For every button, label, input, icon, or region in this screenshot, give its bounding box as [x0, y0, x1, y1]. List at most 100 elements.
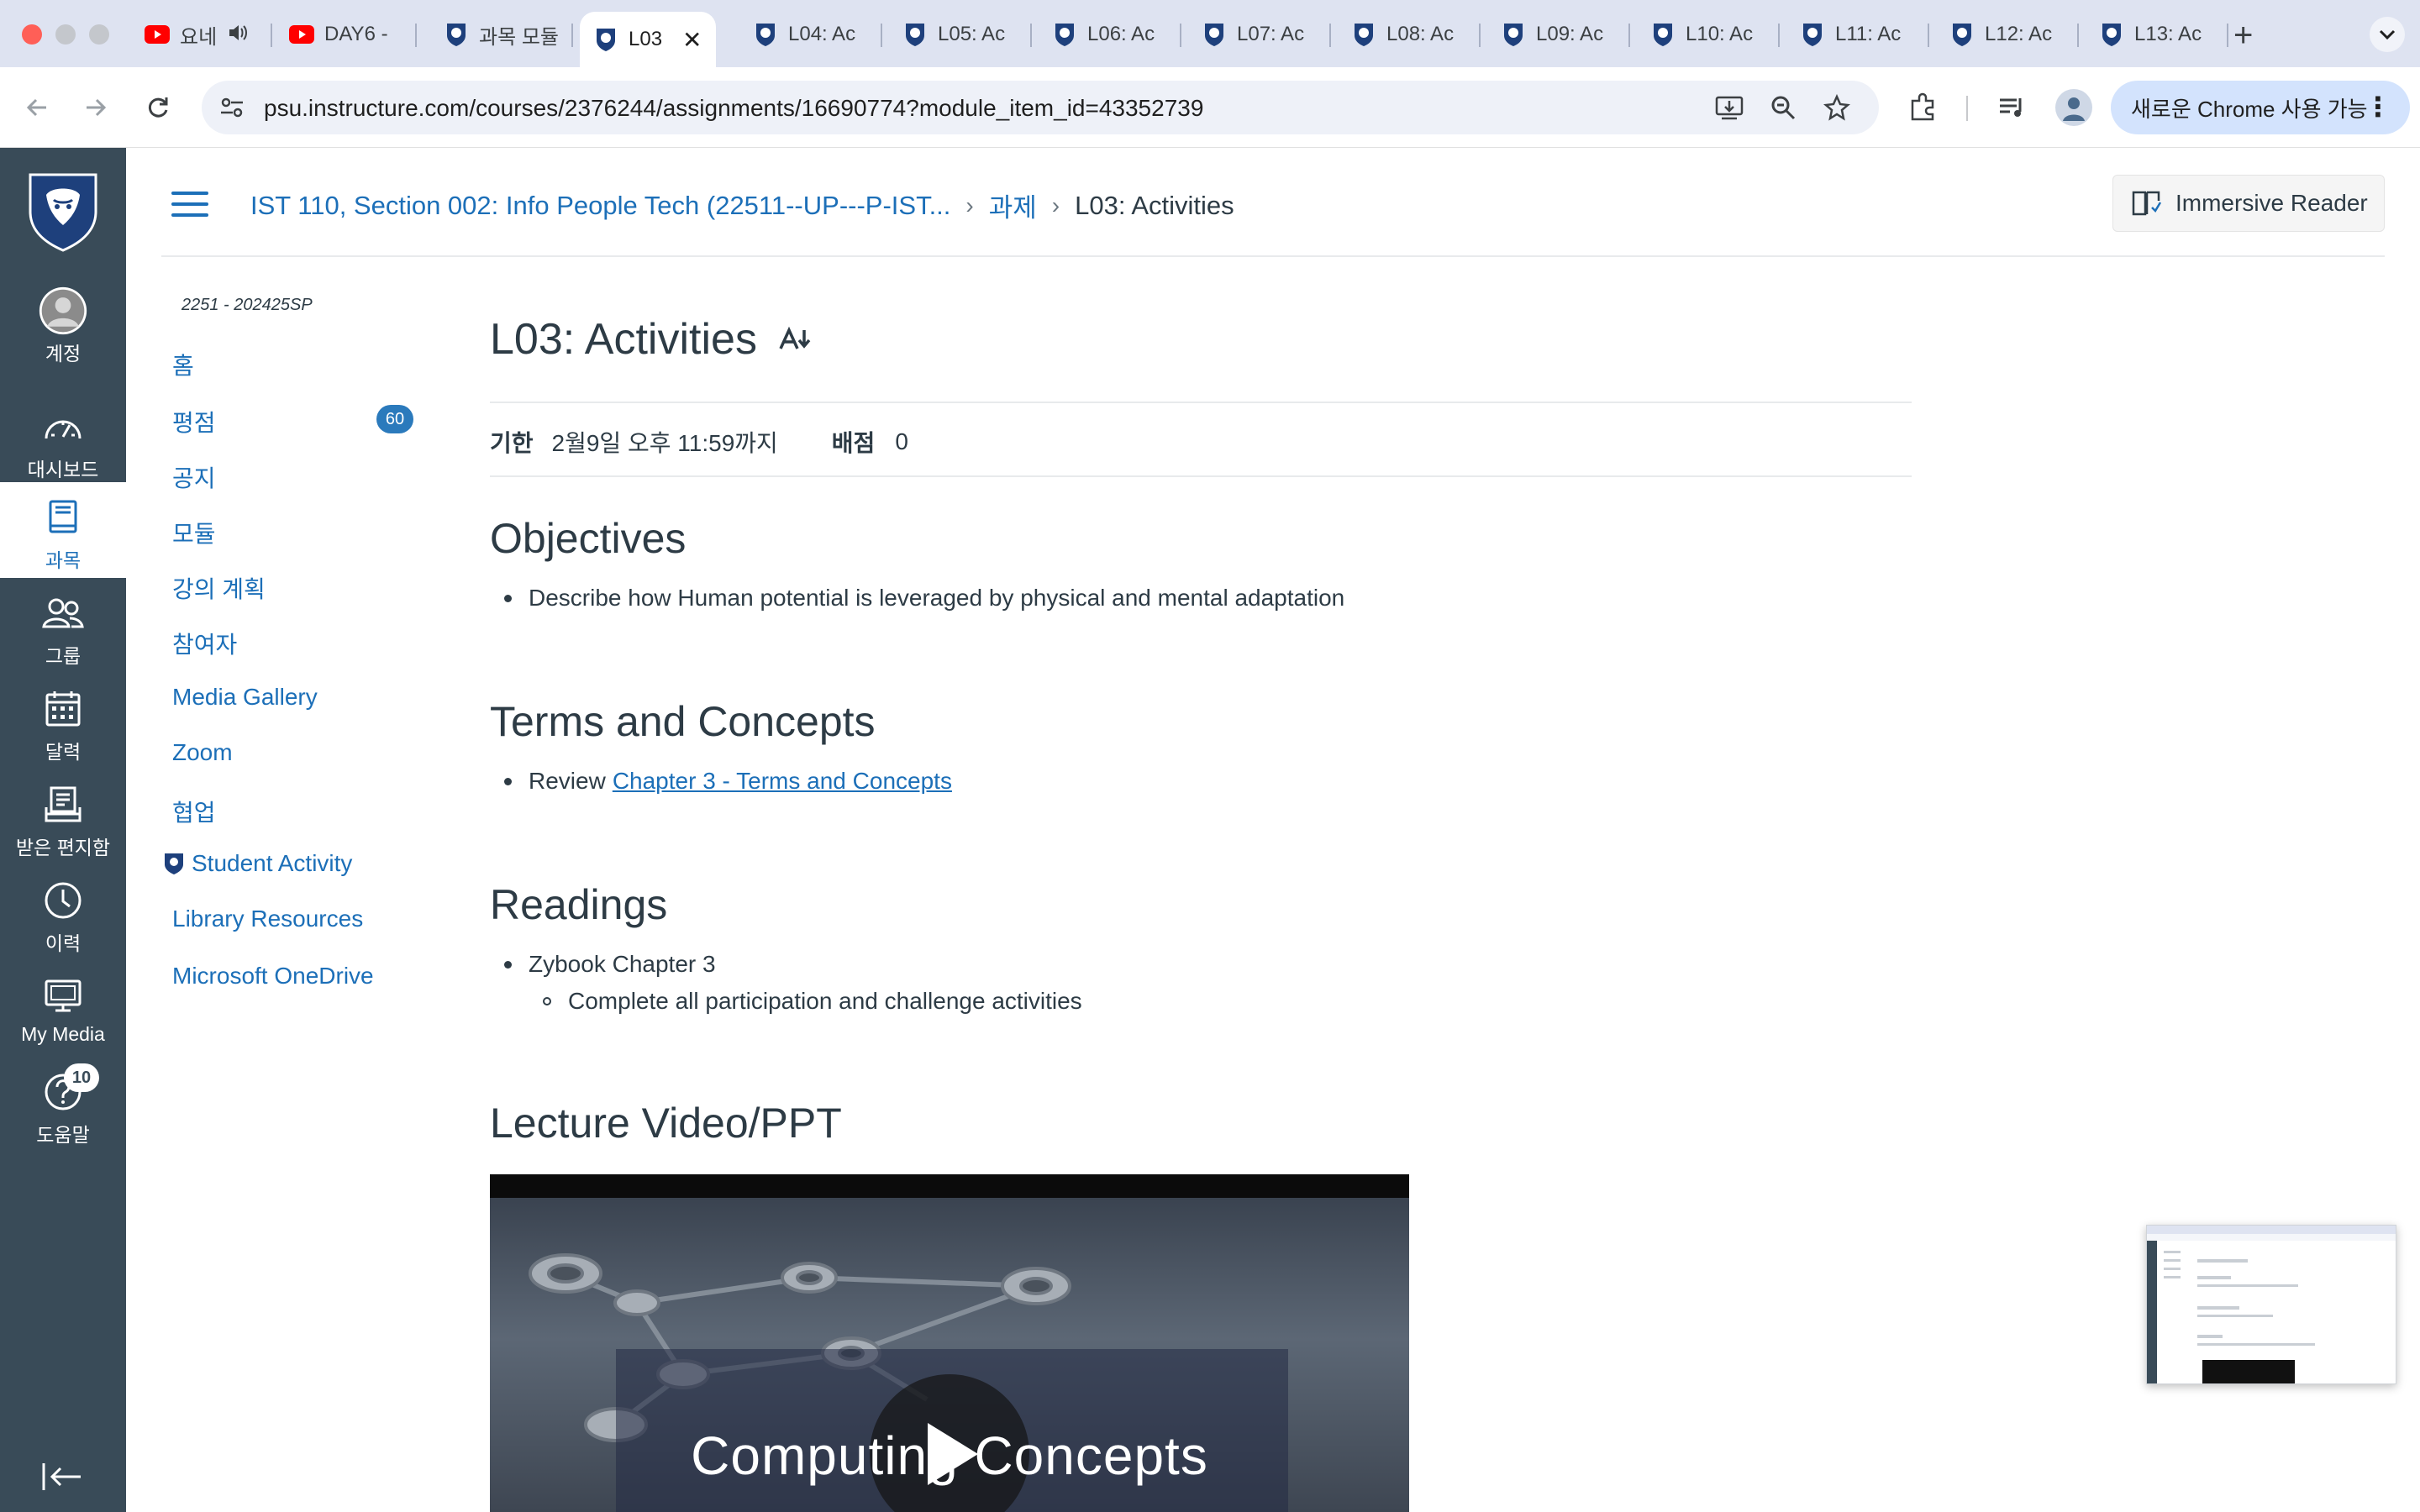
nav-courses[interactable]: 과목	[0, 482, 126, 578]
course-nav-student-activity[interactable]: Student Activity	[163, 850, 352, 877]
psu-shield-icon	[1351, 22, 1376, 47]
tab-title: L09: Ac	[1536, 23, 1604, 45]
browser-tab[interactable]: 요네	[131, 12, 272, 57]
arrow-right-icon	[87, 98, 107, 117]
more-vert-icon[interactable]: ⋮	[2365, 91, 2391, 123]
tab-search-button[interactable]	[2370, 17, 2405, 52]
header-divider	[161, 255, 2385, 257]
browser-tab[interactable]: L04: Ac	[739, 12, 882, 57]
course-nav-media-gallery[interactable]: Media Gallery	[172, 684, 318, 711]
browser-tab[interactable]: 과목 모듈	[430, 12, 573, 57]
chevron-right-icon: ›	[1051, 192, 1060, 218]
youtube-icon	[145, 22, 170, 47]
media-controls-icon[interactable]	[1995, 91, 2028, 124]
psu-shield-icon	[2099, 22, 2124, 47]
browser-tab[interactable]: L13: Ac	[2086, 12, 2228, 57]
course-nav-home[interactable]: 홈	[172, 348, 194, 381]
chevron-down-icon	[2379, 29, 2396, 39]
psu-shield-icon	[902, 22, 928, 47]
breadcrumb-course-link[interactable]: IST 110, Section 002: Info People Tech (…	[250, 191, 950, 221]
course-nav-modules[interactable]: 모듈	[172, 516, 216, 549]
browser-tab[interactable]: DAY6 -	[276, 12, 417, 57]
reading-item: Zybook Chapter 3	[504, 951, 716, 978]
new-tab-button[interactable]: +	[2233, 17, 2253, 55]
nav-history[interactable]: 이력	[0, 865, 126, 959]
profile-avatar[interactable]	[2055, 89, 2092, 126]
back-button[interactable]	[18, 89, 55, 126]
alternative-formats-icon[interactable]	[779, 325, 813, 354]
terms-prefix: Review	[529, 768, 606, 794]
install-app-icon[interactable]	[1714, 92, 1744, 123]
window-close-button[interactable]	[22, 24, 42, 45]
lecture-video-player[interactable]: Computing Concepts	[490, 1174, 1409, 1512]
nav-help[interactable]: 도움말 10	[0, 1057, 126, 1151]
breadcrumb: IST 110, Section 002: Info People Tech (…	[250, 186, 1234, 224]
courses-icon	[38, 494, 88, 541]
collapse-nav-button[interactable]	[40, 1458, 84, 1495]
nav-calendar[interactable]: 달력	[0, 674, 126, 768]
browser-tab[interactable]: L08: Ac	[1338, 12, 1481, 57]
browser-tab[interactable]: L12: Ac	[1936, 12, 2079, 57]
forward-button[interactable]	[77, 89, 114, 126]
nav-groups-label: 그룹	[45, 645, 82, 667]
psu-shield-icon	[1800, 22, 1825, 47]
course-nav-announcements[interactable]: 공지	[172, 460, 216, 494]
psu-logo[interactable]	[25, 170, 101, 254]
chrome-update-button[interactable]: 새로운 Chrome 사용 가능 ⋮	[2111, 81, 2410, 134]
screenshot-thumbnail[interactable]	[2146, 1225, 2396, 1384]
course-menu-toggle[interactable]	[171, 190, 208, 218]
tab-title: 요네	[180, 25, 217, 49]
breadcrumb-assignments-link[interactable]: 과제	[989, 186, 1037, 224]
course-nav-grades[interactable]: 평점	[172, 405, 216, 438]
window-maximize-button[interactable]	[89, 24, 109, 45]
nav-inbox[interactable]: 받은 편지함	[0, 769, 126, 864]
lecture-heading: Lecture Video/PPT	[490, 1100, 842, 1147]
course-nav-onedrive[interactable]: Microsoft OneDrive	[172, 963, 374, 990]
close-tab-icon[interactable]: ✕	[682, 26, 702, 54]
window-minimize-button[interactable]	[55, 24, 76, 45]
address-bar[interactable]: psu.instructure.com/courses/2376244/assi…	[202, 81, 1879, 134]
browser-tab[interactable]: L07: Ac	[1188, 12, 1331, 57]
site-info-icon[interactable]	[217, 92, 247, 123]
nav-groups[interactable]: 그룹	[0, 578, 126, 672]
nav-my-media[interactable]: My Media	[0, 961, 126, 1055]
course-nav-collaborations[interactable]: 협업	[172, 795, 216, 828]
immersive-reader-button[interactable]: Immersive Reader	[2112, 175, 2385, 232]
zoom-icon[interactable]	[1768, 92, 1798, 123]
course-nav-zoom[interactable]: Zoom	[172, 739, 233, 766]
tab-title: L06: Ac	[1087, 23, 1155, 45]
audio-playing-icon[interactable]	[227, 22, 249, 48]
terms-chapter-link[interactable]: Chapter 3 - Terms and Concepts	[613, 768, 952, 795]
browser-tab[interactable]: L11: Ac	[1786, 12, 1929, 57]
tab-title: L05: Ac	[938, 23, 1006, 45]
nav-history-label: 이력	[45, 932, 82, 954]
nav-dashboard[interactable]: 대시보드	[0, 391, 126, 486]
student-activity-label: Student Activity	[192, 850, 353, 876]
browser-tab[interactable]: L05: Ac	[889, 12, 1032, 57]
reading-text: Zybook Chapter 3	[529, 951, 716, 977]
tab-title: L03	[629, 28, 663, 50]
history-icon	[38, 877, 88, 924]
divider	[490, 475, 1912, 477]
browser-tab-active[interactable]: L03 ✕	[580, 12, 716, 67]
url-text: psu.instructure.com/courses/2376244/assi…	[264, 95, 1204, 121]
course-nav-library-resources[interactable]: Library Resources	[172, 906, 363, 932]
browser-tab[interactable]: L06: Ac	[1039, 12, 1181, 57]
global-navigation: 계정 대시보드 과목 그룹 달력 받은 편지함 이력 My Media 도움말 …	[0, 148, 126, 1512]
extensions-icon[interactable]	[1906, 91, 1939, 124]
chrome-update-label: 새로운 Chrome 사용 가능	[2131, 96, 2368, 122]
points-value: 0	[895, 428, 908, 454]
youtube-icon	[289, 22, 314, 47]
course-term: 2251 - 202425SP	[182, 296, 313, 314]
nav-account[interactable]: 계정	[0, 276, 126, 370]
bookmark-star-icon[interactable]	[1822, 92, 1852, 123]
psu-shield-icon	[593, 27, 618, 52]
browser-tab[interactable]: L09: Ac	[1487, 12, 1630, 57]
tab-title: L13: Ac	[2134, 23, 2202, 45]
reload-button[interactable]	[139, 89, 176, 126]
course-nav-people[interactable]: 참여자	[172, 627, 237, 660]
course-nav-syllabus[interactable]: 강의 계획	[172, 571, 266, 605]
browser-tab[interactable]: L10: Ac	[1637, 12, 1780, 57]
account-avatar-icon	[38, 286, 88, 335]
nav-courses-label: 과목	[45, 549, 82, 571]
